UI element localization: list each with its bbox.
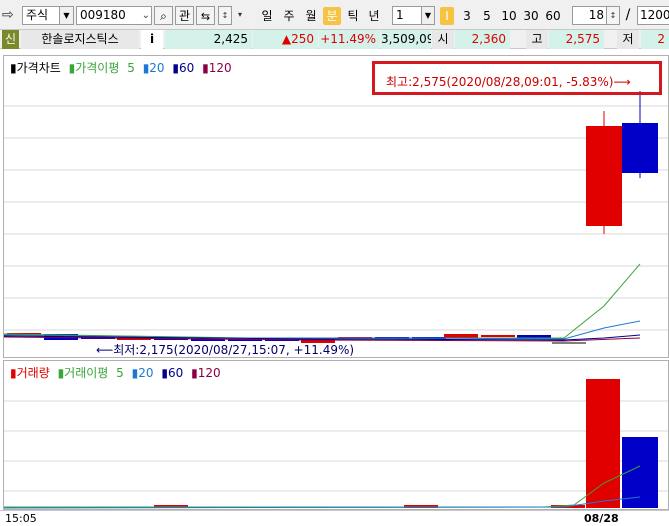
dropdown-arrow[interactable]: ▾ bbox=[234, 6, 246, 25]
price-chart-panel[interactable]: ▮가격차트 ▮가격이평 5 ▮20 ▮60 ▮120 bbox=[3, 55, 669, 358]
interval-10-button[interactable]: 10 bbox=[500, 7, 518, 25]
search-button[interactable]: ⌕ bbox=[154, 6, 173, 25]
candle-aug28-0901 bbox=[622, 91, 658, 178]
open-value: 2,360 bbox=[455, 30, 510, 49]
price-gridlines bbox=[4, 105, 668, 331]
stock-code-value: 009180 bbox=[80, 8, 126, 22]
vol-ma20-line bbox=[4, 496, 641, 509]
period-year[interactable]: 년 bbox=[365, 7, 383, 25]
interval-value: 1 bbox=[396, 8, 404, 22]
updown-spinner[interactable]: ↕ bbox=[218, 6, 232, 25]
market-select-label: 주식 bbox=[26, 8, 49, 22]
vol-ma5-line bbox=[4, 465, 641, 508]
link-icon-button[interactable]: ⇆ bbox=[196, 6, 215, 25]
sync-icon: ⇆ bbox=[200, 10, 211, 23]
high-label: 고 bbox=[526, 30, 548, 49]
market-select[interactable]: 주식 ▼ bbox=[22, 6, 74, 25]
count-separator: / bbox=[625, 7, 631, 23]
stock-code-input[interactable]: 009180 ⌄ bbox=[76, 6, 152, 25]
period-day[interactable]: 일 bbox=[258, 7, 276, 25]
count-input[interactable]: 18 bbox=[572, 6, 608, 25]
total-input[interactable]: 1200 bbox=[637, 6, 669, 25]
period-minute[interactable]: 분 bbox=[323, 7, 341, 25]
magnifier-icon: ⌕ bbox=[160, 9, 167, 23]
chevron-down-icon: ▼ bbox=[421, 7, 434, 24]
info-button[interactable]: i bbox=[141, 30, 163, 49]
count-spinner[interactable]: ↕ bbox=[606, 6, 620, 25]
change-percent: +11.49% bbox=[319, 30, 380, 49]
candle-aug28-0900 bbox=[586, 111, 622, 234]
price-change: ▲250 bbox=[253, 30, 318, 49]
low-annotation-text: ⟵최저:2,175(2020/08/27,15:07, +11.49%) bbox=[96, 343, 355, 357]
period-month[interactable]: 월 bbox=[302, 7, 320, 25]
high-value: 2,575 bbox=[549, 30, 604, 49]
stock-name: 한솔로지스틱스 bbox=[21, 30, 139, 49]
time-axis: 15:05 08/28 bbox=[0, 510, 669, 526]
price-chart-canvas bbox=[4, 91, 668, 344]
interval-60-button[interactable]: 60 bbox=[544, 7, 562, 25]
volume-chart-panel[interactable]: ▮거래량 ▮거래이평 5 ▮20 ▮60 ▮120 bbox=[3, 360, 669, 510]
time-axis-date-label: 08/28 bbox=[584, 512, 619, 525]
time-axis-start-label: 15:05 bbox=[5, 512, 37, 525]
interval-1-button[interactable]: I bbox=[440, 7, 454, 25]
move-arrow-icon[interactable]: ⇨ bbox=[2, 6, 14, 24]
high-annotation-text: 최고:2,575(2020/08/28,09:01, -5.83%)⟶ bbox=[386, 75, 631, 89]
chevron-down-icon: ▼ bbox=[59, 7, 73, 24]
period-week[interactable]: 주 bbox=[280, 7, 298, 25]
new-badge: 신 bbox=[2, 30, 19, 49]
low-label: 저 bbox=[617, 30, 639, 49]
candle-flat bbox=[444, 334, 478, 338]
interval-3-button[interactable]: 3 bbox=[460, 7, 474, 25]
volume-chart-canvas bbox=[4, 379, 668, 509]
current-price: 2,425 bbox=[165, 30, 252, 49]
interest-button[interactable]: 관 bbox=[175, 6, 194, 25]
candle-flat bbox=[481, 335, 515, 337]
chevron-down-icon: ⌄ bbox=[141, 10, 150, 21]
count-value: 18 bbox=[588, 8, 604, 22]
interval-30-button[interactable]: 30 bbox=[522, 7, 540, 25]
ma5-line bbox=[4, 263, 641, 340]
interval-select[interactable]: 1 ▼ bbox=[392, 6, 435, 25]
interval-5-button[interactable]: 5 bbox=[480, 7, 494, 25]
toolbar: ⇨ 주식 ▼ 009180 ⌄ ⌕ 관 ⇆ ↕ ▾ 일 주 월 분 틱 년 1 … bbox=[0, 0, 669, 30]
quote-info-row: 신 한솔로지스틱스 i 2,425 ▲250 +11.49% 3,509,097… bbox=[0, 30, 669, 49]
candle-body-down bbox=[622, 123, 658, 173]
low-value: 2 bbox=[641, 30, 669, 49]
volume-gridlines bbox=[4, 400, 668, 492]
period-tick[interactable]: 틱 bbox=[344, 7, 362, 25]
volume-value: 3,509,097 bbox=[381, 30, 431, 49]
open-label: 시 bbox=[432, 30, 454, 49]
candle-body-up bbox=[586, 126, 622, 226]
total-value: 1200 bbox=[640, 8, 669, 22]
volume-bar-up bbox=[586, 379, 620, 508]
